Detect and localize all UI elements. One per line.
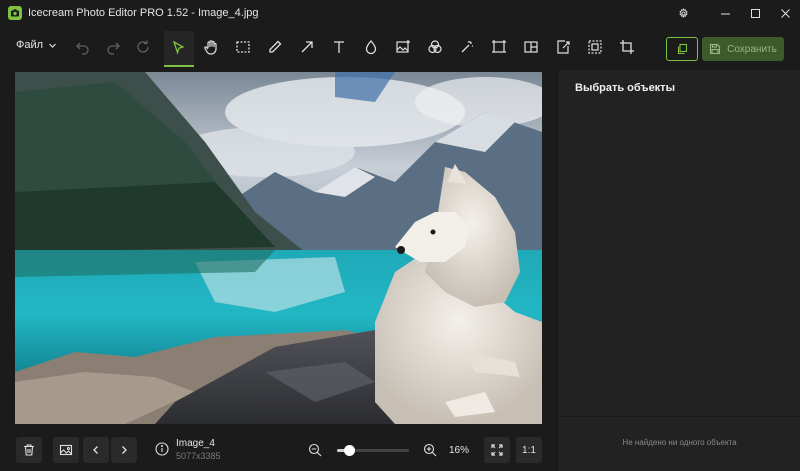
chevron-right-icon (122, 446, 127, 454)
previous-button[interactable] (83, 437, 109, 463)
save-button[interactable]: Сохранить (702, 37, 784, 61)
maximize-button[interactable] (740, 0, 770, 26)
select-area-tool[interactable] (580, 32, 610, 62)
crop-icon (620, 40, 634, 54)
chevron-down-icon (49, 43, 56, 48)
minimize-icon (720, 13, 730, 14)
insert-image-tool[interactable] (388, 32, 418, 62)
objects-panel: Выбрать объекты Не найдено ни одного объ… (557, 70, 800, 471)
bottom-bar: Image_4 5077x3385 16% 1:1 (0, 426, 557, 471)
close-button[interactable] (770, 0, 800, 26)
file-menu-label: Файл (16, 39, 44, 51)
hand-icon (204, 40, 217, 55)
select-area-icon (588, 40, 602, 54)
empty-objects-message: Не найдено ни одного объекта (622, 438, 737, 447)
image-dimensions: 5077x3385 (176, 451, 221, 461)
pencil-icon (269, 40, 282, 53)
redo-button[interactable] (98, 32, 128, 62)
close-icon (780, 8, 790, 18)
crop-tool[interactable] (612, 32, 642, 62)
export-tool[interactable] (548, 32, 578, 62)
zoom-slider-knob[interactable] (343, 445, 355, 456)
minimize-button[interactable] (710, 0, 740, 26)
gear-icon (678, 7, 688, 18)
fit-screen-button[interactable] (484, 437, 510, 463)
marquee-tool[interactable] (228, 32, 258, 62)
trash-icon (24, 444, 34, 456)
zoom-value: 16% (449, 445, 470, 456)
chevron-left-icon (93, 446, 98, 454)
actual-size-button[interactable]: 1:1 (516, 437, 542, 463)
undo-icon (76, 42, 89, 55)
photo-preview[interactable] (15, 72, 542, 424)
magic-wand-tool[interactable] (452, 32, 482, 62)
text-tool[interactable] (324, 32, 354, 62)
title-bar: Icecream Photo Editor PRO 1.52 - Image_4… (0, 0, 800, 26)
reset-icon (137, 40, 149, 53)
info-icon[interactable] (155, 442, 169, 456)
copy-button[interactable] (666, 37, 698, 61)
main-toolbar: Файл Сохранить (0, 26, 800, 70)
pencil-tool[interactable] (260, 32, 290, 62)
copy-icon (677, 43, 688, 55)
select-icon (172, 40, 185, 55)
text-icon (334, 41, 344, 53)
save-label: Сохранить (727, 43, 777, 55)
color-filters-icon (428, 40, 442, 54)
panel-title: Выбрать объекты (575, 82, 675, 94)
delete-button[interactable] (16, 437, 42, 463)
window-title: Icecream Photo Editor PRO 1.52 - Image_4… (28, 7, 259, 19)
gallery-button[interactable] (53, 437, 79, 463)
marquee-icon (236, 41, 250, 53)
zoom-out-icon[interactable] (308, 443, 322, 457)
drop-icon (365, 40, 377, 55)
hand-tool[interactable] (196, 32, 226, 62)
resize-icon (492, 40, 506, 53)
select-tool[interactable] (164, 31, 194, 67)
image-name: Image_4 (176, 438, 215, 449)
actual-size-label: 1:1 (522, 444, 536, 456)
lake-dog-photo (15, 72, 542, 424)
app-logo-icon (8, 6, 22, 20)
arrow-icon (301, 41, 313, 53)
arrow-tool[interactable] (292, 32, 322, 62)
image-insert-icon (396, 40, 410, 53)
panel-divider (558, 416, 800, 417)
split-tool[interactable] (516, 32, 546, 62)
magic-wand-icon (461, 41, 473, 53)
color-filters-tool[interactable] (420, 32, 450, 62)
zoom-slider[interactable] (337, 445, 409, 456)
editor-canvas[interactable] (0, 70, 557, 426)
maximize-icon (750, 8, 760, 18)
next-button[interactable] (111, 437, 137, 463)
save-icon (710, 43, 721, 55)
redo-icon (107, 42, 120, 55)
blur-tool[interactable] (356, 32, 386, 62)
export-icon (557, 40, 570, 54)
resize-tool[interactable] (484, 32, 514, 62)
fullscreen-icon (491, 444, 503, 456)
zoom-in-icon[interactable] (423, 443, 437, 457)
undo-button[interactable] (68, 32, 98, 62)
gallery-icon (59, 444, 73, 456)
settings-button[interactable] (670, 0, 710, 26)
file-menu[interactable]: Файл (16, 39, 57, 51)
split-icon (524, 41, 538, 53)
reset-button[interactable] (128, 32, 158, 62)
